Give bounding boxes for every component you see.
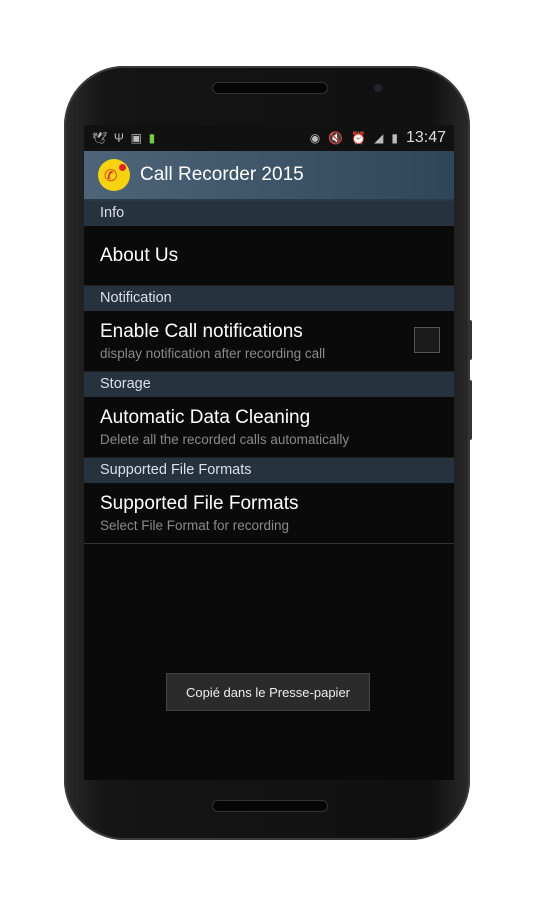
pref-file-formats[interactable]: Supported File Formats Select File Forma… (84, 483, 454, 544)
phone-icon: ✆ (104, 168, 118, 185)
pref-summary: Delete all the recorded calls automatica… (100, 432, 350, 447)
earpiece (212, 82, 328, 94)
usb-icon: Ψ (113, 131, 124, 145)
section-header-file-formats: Supported File Formats (84, 458, 454, 483)
toast-message: Copié dans le Presse-papier (166, 673, 370, 711)
bird-icon: 🕊 (92, 131, 108, 145)
eye-icon: ◉ (309, 131, 321, 145)
pref-summary: Select File Format for recording (100, 518, 290, 533)
volume-button (468, 380, 472, 440)
pref-title: Enable Call notifications (100, 321, 303, 342)
battery-charging-icon: ▮ (391, 131, 398, 145)
app-title: Call Recorder 2015 (140, 164, 304, 185)
image-icon: ▣ (130, 131, 142, 145)
section-header-storage: Storage (84, 372, 454, 397)
screen: 🕊 Ψ ▣ ▮ ◉ 🔇 ⏰ ◢ ▮ 13:47 ✆ Call Recorder … (84, 125, 454, 780)
pref-data-cleaning[interactable]: Automatic Data Cleaning Delete all the r… (84, 397, 454, 458)
mute-icon: 🔇 (328, 131, 344, 145)
pref-about-us[interactable]: About Us (84, 226, 454, 286)
section-header-info: Info (84, 201, 454, 226)
section-header-notification: Notification (84, 286, 454, 311)
signal-icon: ◢ (374, 131, 384, 145)
pref-title: Supported File Formats (100, 493, 299, 514)
pref-enable-notifications[interactable]: Enable Call notifications display notifi… (84, 311, 454, 372)
front-camera (374, 84, 382, 92)
action-bar: ✆ Call Recorder 2015 (84, 151, 454, 201)
pref-title: Automatic Data Cleaning (100, 407, 311, 428)
app-logo: ✆ (98, 159, 130, 191)
clock: 13:47 (405, 129, 446, 146)
bottom-speaker (212, 800, 328, 812)
notifications-checkbox[interactable] (414, 327, 440, 353)
battery-app-icon: ▮ (148, 131, 156, 145)
pref-summary: display notification after recording cal… (100, 346, 326, 361)
alarm-icon: ⏰ (351, 131, 367, 145)
pref-title: About Us (100, 245, 179, 266)
power-button (468, 320, 472, 360)
status-bar: 🕊 Ψ ▣ ▮ ◉ 🔇 ⏰ ◢ ▮ 13:47 (84, 125, 454, 151)
